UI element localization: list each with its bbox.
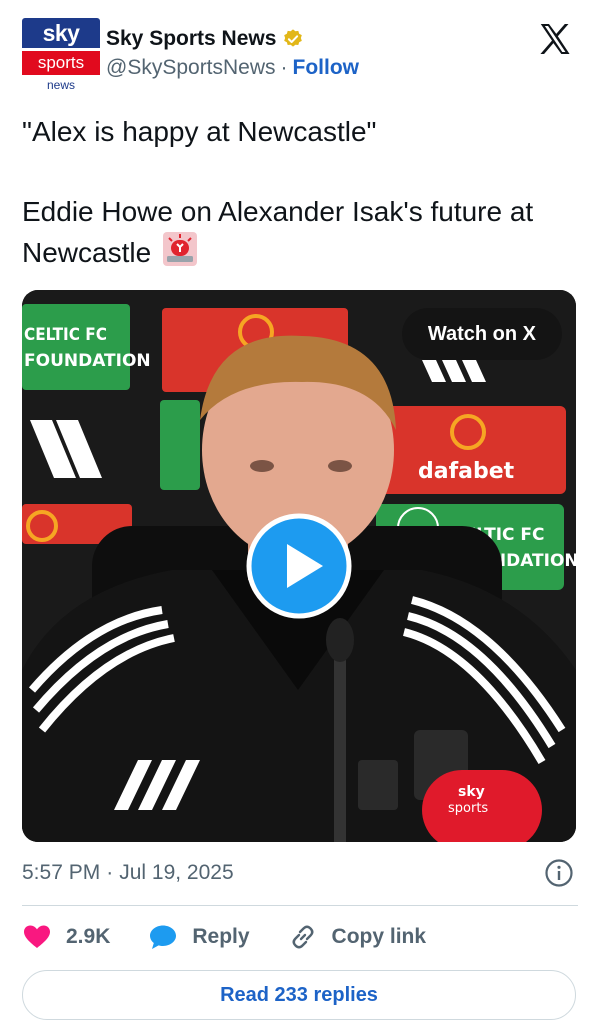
tweet-actions: 2.9K Reply Copy link <box>22 920 578 954</box>
link-icon <box>292 925 313 949</box>
reply-button[interactable]: Reply <box>148 922 250 952</box>
tweet-quote-line: "Alex is happy at Newcastle" <box>22 116 377 147</box>
copy-link-label: Copy link <box>331 925 427 948</box>
play-icon[interactable] <box>245 512 353 620</box>
author-info: Sky Sports News @SkySportsNews · Follow <box>106 24 359 82</box>
tweet-body-line: Eddie Howe on Alexander Isak's future at… <box>22 192 578 273</box>
tweet-date[interactable]: Jul 19, 2025 <box>119 861 233 885</box>
backdrop-celtic-line2: FOUNDATION <box>24 351 151 371</box>
speech-bubble-icon <box>150 925 177 949</box>
display-name[interactable]: Sky Sports News <box>106 27 276 51</box>
backdrop-sponsor-text: dafabet <box>418 459 515 484</box>
copy-link-button[interactable]: Copy link <box>288 922 427 952</box>
timestamp-separator: · <box>106 861 114 884</box>
watch-on-x-button[interactable]: Watch on X <box>401 308 562 360</box>
logo-news-text: news <box>46 78 75 92</box>
info-icon[interactable] <box>544 858 574 888</box>
gold-verified-badge-icon <box>284 29 303 47</box>
tweet-header: sky sports news Sky Sports News @SkySpor… <box>22 16 582 96</box>
handle-separator: · <box>280 56 288 79</box>
like-button[interactable]: 2.9K <box>22 922 110 952</box>
backdrop-celtic-line1: CELTIC FC <box>24 325 107 345</box>
handle[interactable]: @SkySportsNews <box>106 56 276 80</box>
follow-button[interactable]: Follow <box>293 56 360 80</box>
logo-sky-text: sky <box>22 18 100 48</box>
like-count: 2.9K <box>66 925 111 948</box>
mic-sports-text: sports <box>448 801 488 816</box>
mic-sky-text: sky <box>458 784 485 800</box>
tweet-timestamp-row: 5:57 PM · Jul 19, 2025 <box>22 858 578 888</box>
read-replies-button[interactable]: Read 233 replies <box>22 970 576 1020</box>
heart-icon <box>24 925 50 948</box>
tweet-time[interactable]: 5:57 PM <box>22 861 100 885</box>
sky-sports-news-logo[interactable]: sky sports news <box>22 18 100 92</box>
logo-sports-text: sports <box>22 51 100 75</box>
police-light-emoji-icon <box>162 232 197 266</box>
video-player[interactable]: CELTIC FC FOUNDATION dafabet CELTIC FC F… <box>22 290 576 842</box>
tweet-body-text: Eddie Howe on Alexander Isak's future at… <box>22 196 534 268</box>
x-logo-icon[interactable] <box>536 20 574 58</box>
divider <box>22 905 578 906</box>
reply-label: Reply <box>192 925 250 948</box>
tweet-text: "Alex is happy at Newcastle" Eddie Howe … <box>22 112 578 273</box>
